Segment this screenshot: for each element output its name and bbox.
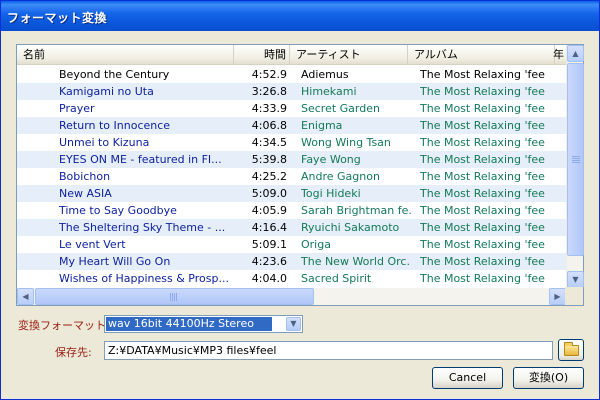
browse-folder-button[interactable]	[558, 339, 584, 361]
track-album: The Most Relaxing 'feel'	[420, 119, 545, 132]
track-artist: Sacred Spirit	[301, 272, 372, 285]
column-header-artist[interactable]: アーティスト	[290, 45, 408, 64]
cancel-button[interactable]: Cancel	[432, 367, 503, 389]
save-location-label: 保存先:	[55, 346, 92, 359]
track-time: 4:25.2	[251, 170, 287, 183]
track-row[interactable]: Kamigami no Uta 3:26.8 Himekami The Most Re…	[17, 83, 566, 100]
track-artist: Secret Garden	[301, 102, 380, 115]
scroll-right-button[interactable]: ▶	[549, 288, 566, 305]
track-name: Beyond the Century	[59, 68, 170, 81]
track-row[interactable]: Prayer 4:33.9 Secret Garden The Most Relaxi…	[17, 100, 566, 117]
track-artist: Enigma	[301, 119, 343, 132]
track-name: Bobichon	[59, 170, 111, 183]
track-time: 4:16.4	[251, 221, 287, 234]
track-artist: Andre Gagnon	[301, 170, 380, 183]
track-time: 4:34.5	[251, 136, 287, 149]
track-row[interactable]: EYES ON ME - featured in FI... 5:39.8 Faye…	[17, 151, 566, 168]
track-row[interactable]: New ASIA 5:09.0 Togi Hideki The Most Relaxi…	[17, 185, 566, 202]
track-name: Prayer	[59, 102, 95, 115]
track-time: 5:39.8	[251, 153, 287, 166]
track-name: Return to Innocence	[59, 119, 171, 132]
vertical-scrollbar[interactable]: ▲ ▼	[566, 45, 584, 288]
track-time: 4:33.9	[251, 102, 287, 115]
track-album: The Most Relaxing 'feel'	[420, 221, 545, 234]
track-row[interactable]: Wishes of Happiness & Prosp... 4:04.0 Sacr…	[17, 270, 566, 287]
track-artist: Togi Hideki	[301, 187, 361, 200]
track-album: The Most Relaxing 'feel'	[420, 170, 545, 183]
track-album: The Most Relaxing 'feel'	[420, 85, 545, 98]
track-name: EYES ON ME - featured in FI...	[59, 153, 222, 166]
track-row[interactable]: Time to Say Goodbye 4:05.9 Sarah Brightman…	[17, 202, 566, 219]
scroll-down-button[interactable]: ▼	[567, 271, 584, 288]
track-artist: Sarah Brightman fe...	[301, 204, 411, 217]
track-album: The Most Relaxing 'feel'	[420, 204, 545, 217]
format-select-value: wav 16bit 44100Hz Stereo	[106, 317, 272, 331]
format-select[interactable]: wav 16bit 44100Hz Stereo ▼	[104, 315, 303, 333]
track-artist: Himekami	[301, 85, 357, 98]
save-path-input[interactable]: Z:¥DATA¥Music¥MP3 files¥feel	[104, 341, 553, 360]
track-name: New ASIA	[59, 187, 112, 200]
folder-icon	[564, 342, 579, 356]
track-artist: Adiemus	[301, 68, 349, 81]
column-header-time[interactable]: 時間	[234, 45, 290, 64]
scroll-up-button[interactable]: ▲	[567, 45, 584, 62]
track-artist: Faye Wong	[301, 153, 361, 166]
scroll-left-button[interactable]: ◀	[17, 288, 34, 305]
track-time: 4:04.0	[251, 272, 287, 285]
track-row[interactable]: Beyond the Century 4:52.9 Adiemus The Most …	[17, 66, 566, 83]
horizontal-scrollbar[interactable]: ◀ ▶	[17, 288, 566, 305]
track-row[interactable]: Unmei to Kizuna 4:34.5 Wong Wing Tsan The M…	[17, 134, 566, 151]
list-header: 名前 時間 アーティスト アルバム 年	[17, 45, 566, 65]
track-album: The Most Relaxing 'feel'	[420, 153, 545, 166]
convert-button[interactable]: 変換(O)	[513, 367, 584, 389]
track-name: The Sheltering Sky Theme - ...	[59, 221, 226, 234]
track-name: Wishes of Happiness & Prosp...	[59, 272, 229, 285]
track-name: Kamigami no Uta	[59, 85, 154, 98]
format-convert-dialog: フォーマット変換 名前 時間 アーティスト アルバム 年 Beyond the …	[0, 0, 600, 400]
track-artist: The New World Orc...	[301, 255, 411, 268]
track-time: 4:23.6	[251, 255, 287, 268]
track-name: My Heart Will Go On	[59, 255, 171, 268]
track-artist: Ryuichi Sakamoto	[301, 221, 400, 234]
track-album: The Most Relaxing 'feel'	[420, 102, 545, 115]
track-row[interactable]: Bobichon 4:25.2 Andre Gagnon The Most Relax…	[17, 168, 566, 185]
column-header-name[interactable]: 名前	[17, 45, 234, 64]
track-time: 3:26.8	[251, 85, 287, 98]
track-row[interactable]: The Sheltering Sky Theme - ... 4:16.4 Ryui…	[17, 219, 566, 236]
track-rows: Beyond the Century 4:52.9 Adiemus The Most …	[17, 66, 566, 287]
track-row[interactable]: Le vent Vert 5:09.1 Origa The Most Relaxing…	[17, 236, 566, 253]
track-time: 4:52.9	[251, 68, 287, 81]
track-row[interactable]: Return to Innocence 4:06.8 Enigma The Most …	[17, 117, 566, 134]
track-time: 5:09.0	[251, 187, 287, 200]
track-row[interactable]: My Heart Will Go On 4:23.6 The New World O…	[17, 253, 566, 270]
track-album: The Most Relaxing 'feel'	[420, 187, 545, 200]
track-name: Unmei to Kizuna	[59, 136, 150, 149]
track-list[interactable]: 名前 時間 アーティスト アルバム 年 Beyond the Century 4:…	[16, 44, 584, 306]
scrollbar-corner	[565, 287, 583, 305]
vertical-scroll-thumb[interactable]	[567, 63, 584, 256]
chevron-down-icon[interactable]: ▼	[286, 317, 301, 331]
track-time: 4:06.8	[251, 119, 287, 132]
track-artist: Wong Wing Tsan	[301, 136, 391, 149]
track-time: 4:05.9	[251, 204, 287, 217]
track-time: 5:09.1	[251, 238, 287, 251]
track-album: The Most Relaxing 'feel'	[420, 136, 545, 149]
format-label: 変換フォーマット:	[18, 319, 110, 332]
track-name: Le vent Vert	[59, 238, 126, 251]
column-header-album[interactable]: アルバム	[408, 45, 555, 64]
track-name: Time to Say Goodbye	[59, 204, 177, 217]
horizontal-scroll-thumb[interactable]	[35, 288, 314, 305]
track-album: The Most Relaxing 'feel'	[420, 255, 545, 268]
column-header-year[interactable]: 年	[547, 45, 566, 64]
track-album: The Most Relaxing 'feel'	[420, 238, 545, 251]
track-artist: Origa	[301, 238, 331, 251]
window-title: フォーマット変換	[1, 1, 599, 31]
track-album: The Most Relaxing 'feel'	[420, 272, 545, 285]
track-album: The Most Relaxing 'feel'	[420, 68, 545, 81]
